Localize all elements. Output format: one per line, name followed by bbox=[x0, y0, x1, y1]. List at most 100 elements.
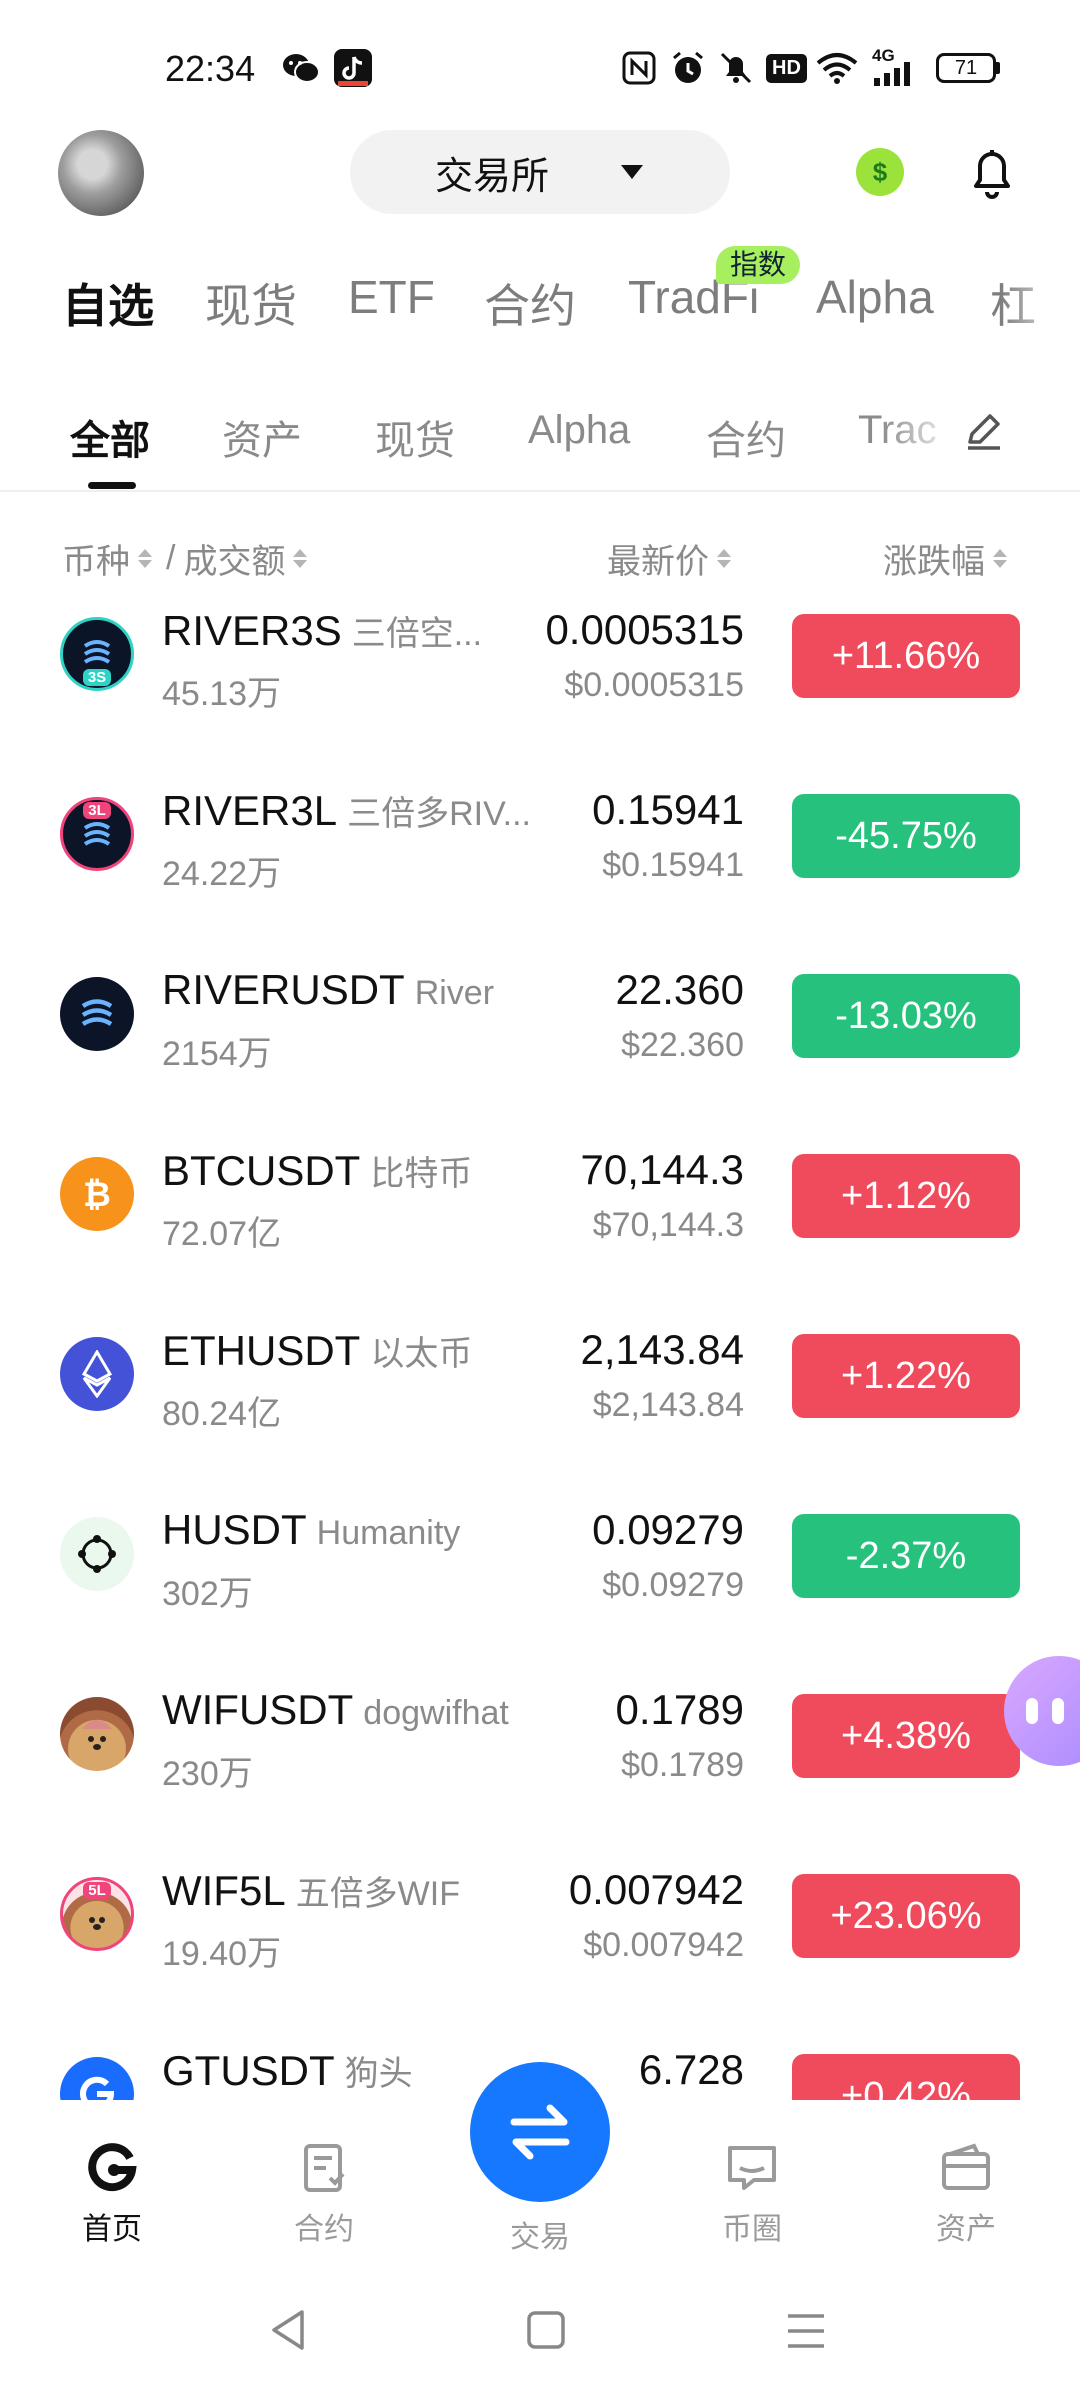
exchange-label: 交易所 bbox=[434, 155, 549, 198]
table-row[interactable]: HUSDT Humanity 302万 0.09279 $0.09279 -2.3… bbox=[0, 1490, 1080, 1670]
nav-community[interactable]: 币圈 bbox=[682, 2140, 822, 2248]
nav-home[interactable]: 首页 bbox=[42, 2140, 182, 2248]
row-volume: 24.22万 bbox=[162, 855, 282, 893]
tab-spot[interactable]: 现货 bbox=[205, 270, 297, 336]
row-symbol: RIVER3L 三倍多RIV... bbox=[162, 787, 531, 834]
sort-icon bbox=[993, 549, 1007, 568]
subtab-alpha[interactable]: Alpha bbox=[528, 408, 630, 453]
change-badge[interactable]: -2.37% bbox=[792, 1514, 1020, 1598]
gatetoken-icon bbox=[60, 2057, 134, 2100]
table-row[interactable]: 3L RIVER3L 三倍多RIV... 24.22万 0.15941 $0.15… bbox=[0, 770, 1080, 950]
subtab-futures[interactable]: 合约 bbox=[706, 408, 786, 466]
exchange-selector[interactable]: 交易所 bbox=[350, 130, 730, 214]
row-price-usd: $0.0005315 bbox=[564, 666, 744, 704]
row-price: 0.15941 bbox=[592, 786, 744, 833]
sort-icon bbox=[293, 549, 308, 568]
row-price: 0.1789 bbox=[615, 1686, 744, 1733]
coin-volume-header[interactable]: 币种 / 成交额 bbox=[62, 534, 308, 583]
market-list: 3S RIVER3S 三倍空... 45.13万 0.0005315 $0.000… bbox=[0, 590, 1080, 2100]
battery-icon: 71 bbox=[936, 48, 1000, 88]
tab-etf[interactable]: ETF bbox=[348, 270, 435, 324]
trade-button[interactable] bbox=[470, 2062, 610, 2202]
caret-down-icon bbox=[621, 165, 643, 179]
futures-doc-icon bbox=[304, 2144, 345, 2192]
status-time: 22:34 bbox=[165, 48, 256, 89]
nav-assets[interactable]: 资产 bbox=[896, 2140, 1036, 2248]
hd-icon: HD bbox=[766, 48, 807, 88]
table-row[interactable]: RIVERUSDT River 2154万 22.360 $22.360 -13.… bbox=[0, 950, 1080, 1130]
signal-icon: 4G bbox=[872, 46, 916, 88]
row-symbol: RIVER3S 三倍空... bbox=[162, 607, 483, 654]
wifi-icon bbox=[816, 48, 858, 88]
home-square-icon[interactable] bbox=[526, 2310, 566, 2350]
nfc-icon bbox=[622, 48, 656, 88]
table-row[interactable]: ETHUSDT 以太币 80.24亿 2,143.84 $2,143.84 +1.… bbox=[0, 1310, 1080, 1490]
tab-futures[interactable]: 合约 bbox=[484, 270, 576, 336]
row-price: 0.0005315 bbox=[545, 606, 744, 653]
subtab-assets[interactable]: 资产 bbox=[222, 408, 302, 466]
change-header[interactable]: 涨跌幅 bbox=[883, 534, 1007, 583]
row-volume: 302万 bbox=[162, 1575, 253, 1613]
river3l-icon: 3L bbox=[60, 797, 134, 871]
row-price-usd: $22.360 bbox=[621, 1026, 744, 1064]
sort-icon bbox=[138, 549, 152, 568]
row-volume: 2154万 bbox=[162, 1035, 272, 1073]
wechat-icon bbox=[282, 48, 320, 88]
row-volume: 80.24亿 bbox=[162, 1395, 282, 1433]
tab-watchlist[interactable]: 自选 bbox=[62, 270, 154, 336]
row-price-usd: $0.1789 bbox=[621, 1746, 744, 1784]
change-badge[interactable]: +4.38% bbox=[792, 1694, 1020, 1778]
row-volume: 72.07亿 bbox=[162, 1215, 282, 1253]
back-icon[interactable] bbox=[268, 2308, 308, 2352]
chat-bubble-icon bbox=[728, 2146, 776, 2190]
row-volume: 19.40万 bbox=[162, 1935, 282, 1973]
svg-text:₿: ₿ bbox=[83, 1175, 111, 1215]
wallet-icon bbox=[942, 2143, 990, 2190]
menu-icon[interactable] bbox=[786, 2312, 826, 2350]
avatar[interactable] bbox=[58, 130, 144, 216]
change-badge[interactable]: -45.75% bbox=[792, 794, 1020, 878]
dollar-icon[interactable]: $ bbox=[856, 148, 904, 196]
alarm-icon bbox=[670, 48, 706, 88]
row-symbol: WIF5L 五倍多WIF bbox=[162, 1867, 460, 1914]
subtab-all[interactable]: 全部 bbox=[70, 408, 150, 466]
table-row[interactable]: ₿ BTCUSDT 比特币 72.07亿 70,144.3 $70,144.3 +… bbox=[0, 1130, 1080, 1310]
tabs-fade bbox=[1000, 260, 1080, 340]
river-icon bbox=[60, 977, 134, 1051]
row-price: 22.360 bbox=[615, 966, 744, 1013]
change-badge[interactable]: +11.66% bbox=[792, 614, 1020, 698]
table-row[interactable]: 5L WIF5L 五倍多WIF 19.40万 0.007942 $0.007942… bbox=[0, 1850, 1080, 2030]
active-tab-indicator bbox=[88, 482, 136, 489]
table-row[interactable]: 3S RIVER3S 三倍空... 45.13万 0.0005315 $0.000… bbox=[0, 590, 1080, 770]
price-header[interactable]: 最新价 bbox=[607, 534, 731, 583]
tab-alpha[interactable]: Alpha bbox=[816, 270, 934, 324]
river3s-icon: 3S bbox=[60, 617, 134, 691]
row-symbol: WIFUSDT dogwifhat bbox=[162, 1686, 509, 1733]
table-row[interactable]: WIFUSDT dogwifhat 230万 0.1789 $0.1789 +4.… bbox=[0, 1670, 1080, 1850]
notification-bell-icon[interactable] bbox=[962, 142, 1022, 202]
sort-icon bbox=[717, 549, 731, 568]
change-badge[interactable]: +23.06% bbox=[792, 1874, 1020, 1958]
change-badge[interactable]: +1.22% bbox=[792, 1334, 1020, 1418]
humanity-icon bbox=[60, 1517, 134, 1591]
row-price-usd: $0.09279 bbox=[602, 1566, 744, 1604]
subtab-spot[interactable]: 现货 bbox=[375, 408, 455, 466]
row-price-usd: $70,144.3 bbox=[592, 1206, 744, 1244]
row-symbol: HUSDT Humanity bbox=[162, 1506, 461, 1553]
row-volume: 230万 bbox=[162, 1755, 253, 1793]
tradfi-index-badge: 指数 bbox=[716, 246, 801, 284]
row-price: 0.007942 bbox=[568, 1866, 744, 1913]
row-price: 2,143.84 bbox=[580, 1326, 745, 1373]
nav-futures[interactable]: 合约 bbox=[254, 2140, 394, 2248]
change-badge[interactable]: +1.12% bbox=[792, 1154, 1020, 1238]
change-badge[interactable]: +0.42% bbox=[792, 2054, 1020, 2100]
edit-icon[interactable] bbox=[962, 408, 1006, 452]
row-symbol: ETHUSDT 以太币 bbox=[162, 1327, 473, 1374]
row-price-usd: $0.15941 bbox=[602, 846, 744, 884]
system-nav-bar bbox=[0, 2270, 1080, 2400]
divider bbox=[0, 490, 1080, 492]
dogwifhat-icon bbox=[60, 1697, 134, 1771]
row-price-usd: $2,143.84 bbox=[592, 1386, 744, 1424]
change-badge[interactable]: -13.03% bbox=[792, 974, 1020, 1058]
row-price: 6.728 bbox=[638, 2046, 744, 2093]
